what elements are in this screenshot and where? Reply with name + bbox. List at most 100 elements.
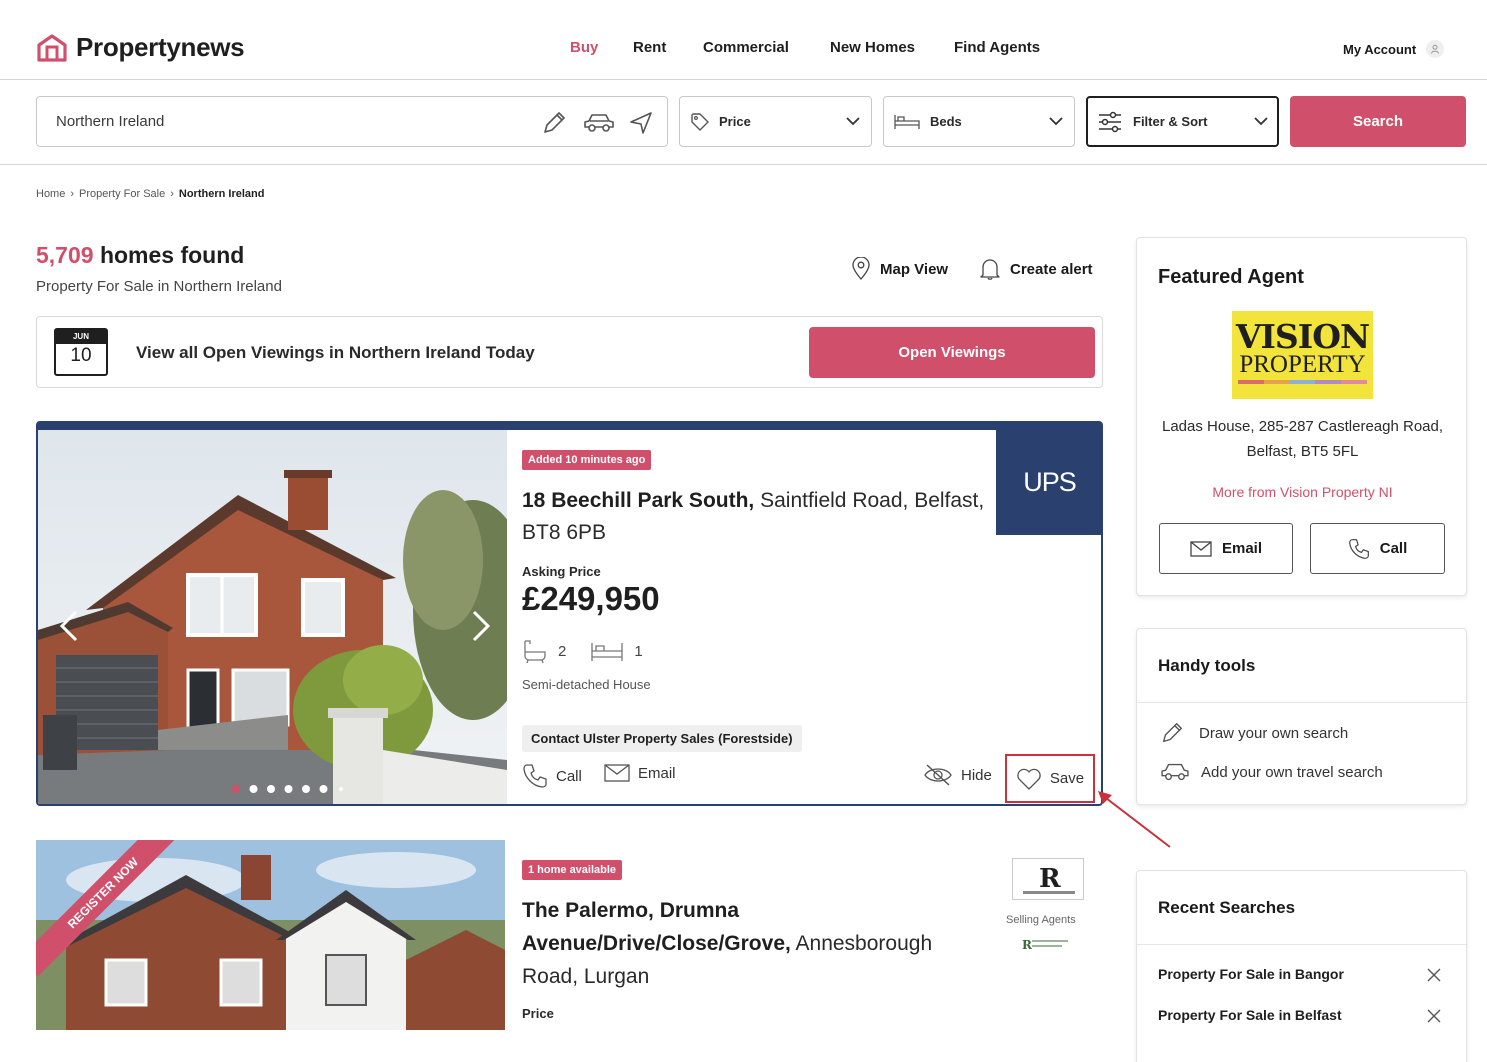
price-dropdown-label: Price xyxy=(719,114,751,129)
carousel-dot[interactable] xyxy=(267,785,275,793)
filter-sort-dropdown[interactable]: Filter & Sort xyxy=(1086,96,1279,147)
listing-card[interactable]: REGISTER NOW 1 home available The Palerm… xyxy=(36,840,1103,1062)
photo-carousel-dots[interactable] xyxy=(228,784,348,794)
calendar-icon: JUN 10 xyxy=(54,328,108,376)
phone-icon xyxy=(523,764,547,788)
breadcrumb-current: Northern Ireland xyxy=(178,188,265,200)
open-viewings-button[interactable]: Open Viewings xyxy=(809,327,1095,378)
save-label: Save xyxy=(1049,770,1085,787)
nav-find-agents[interactable]: Find Agents xyxy=(954,39,1040,56)
user-avatar-icon xyxy=(1426,40,1445,58)
breadcrumb-for-sale[interactable]: Property For Sale xyxy=(79,188,165,200)
availability-badge: 1 home available xyxy=(522,860,623,880)
bell-icon xyxy=(980,259,1000,280)
carousel-dot[interactable] xyxy=(232,785,240,793)
breadcrumb-home[interactable]: Home xyxy=(36,188,65,200)
svg-text:R: R xyxy=(1022,938,1033,952)
draw-search-label: Draw your own search xyxy=(1199,724,1349,742)
nav-new-homes[interactable]: New Homes xyxy=(830,39,915,56)
contact-agent-button[interactable]: Contact Ulster Property Sales (Forestsid… xyxy=(522,725,802,752)
draw-search-tool[interactable]: Draw your own search xyxy=(1159,720,1348,746)
agent-email-button[interactable]: Email xyxy=(1159,523,1293,574)
more-from-agent-link[interactable]: More from Vision Property NI xyxy=(1137,484,1468,500)
sliders-filter-icon xyxy=(1099,111,1121,133)
listing-address-bold: The Palermo, Drumna Avenue/Drive/Close/G… xyxy=(522,899,791,955)
vision-property-logo[interactable]: VISION PROPERTY xyxy=(1232,311,1373,399)
site-logo[interactable]: Propertynews xyxy=(36,32,245,63)
nav-rent[interactable]: Rent xyxy=(633,39,666,56)
calendar-month: JUN xyxy=(56,330,106,344)
create-alert-button[interactable]: Create alert xyxy=(979,257,1093,281)
agent-email-label: Email xyxy=(1221,540,1263,557)
map-view-button[interactable]: Map View xyxy=(851,257,948,281)
listing-card[interactable]: UPS Added 10 minutes ago 18 Beechill Par… xyxy=(36,421,1103,806)
featured-agent-panel: Featured Agent VISION PROPERTY Ladas Hou… xyxy=(1136,237,1467,596)
filter-sort-label: Filter & Sort xyxy=(1133,114,1208,129)
travel-search-tool[interactable]: Add your own travel search xyxy=(1159,760,1383,784)
property-type: Semi-detached House xyxy=(522,677,651,692)
beds-dropdown[interactable]: Beds xyxy=(883,96,1075,147)
listing-address[interactable]: The Palermo, Drumna Avenue/Drive/Close/G… xyxy=(522,894,962,993)
close-icon[interactable] xyxy=(1426,967,1442,983)
location-input-value[interactable]: Northern Ireland xyxy=(56,113,164,130)
results-title-suffix: homes found xyxy=(93,242,245,268)
nav-buy[interactable]: Buy xyxy=(570,39,598,56)
bed-count: 2 xyxy=(558,642,567,660)
close-icon[interactable] xyxy=(1426,1008,1442,1024)
my-account-link[interactable]: My Account xyxy=(1343,40,1445,58)
carousel-dot[interactable] xyxy=(302,785,310,793)
svg-text:R: R xyxy=(1039,864,1061,894)
divider xyxy=(1137,702,1468,703)
listing-photo[interactable]: REGISTER NOW xyxy=(36,840,505,1030)
carousel-dot[interactable] xyxy=(319,785,328,793)
agent-call-button[interactable]: Call xyxy=(1310,523,1445,574)
nav-commercial[interactable]: Commercial xyxy=(703,39,789,56)
listing-photo[interactable] xyxy=(38,430,507,804)
bath-count: 1 xyxy=(634,642,643,660)
bath-icon xyxy=(524,640,546,664)
heart-icon xyxy=(1017,768,1041,790)
carousel-dot[interactable] xyxy=(249,785,258,793)
bed-icon xyxy=(894,115,920,129)
listing-address[interactable]: 18 Beechill Park South, Saintfield Road,… xyxy=(522,485,992,549)
calendar-day: 10 xyxy=(70,345,92,366)
breadcrumb: Home › Property For Sale › Northern Irel… xyxy=(36,188,264,200)
chevron-down-icon xyxy=(1049,117,1063,126)
pencil-draw-icon[interactable] xyxy=(540,109,568,137)
listing-address-bold: 18 Beechill Park South, xyxy=(522,489,755,512)
carousel-dot[interactable] xyxy=(339,787,343,791)
location-arrow-icon[interactable] xyxy=(628,109,654,137)
house-photo-illustration xyxy=(36,840,505,1030)
map-view-label: Map View xyxy=(880,260,949,278)
recent-search-item[interactable]: Property For Sale in Bangor xyxy=(1158,966,1344,982)
carousel-dot[interactable] xyxy=(284,785,293,793)
price-label: Price xyxy=(522,1006,554,1021)
selling-agents-label: Selling Agents xyxy=(1006,914,1076,926)
search-button[interactable]: Search xyxy=(1290,96,1466,147)
car-travel-icon[interactable] xyxy=(582,109,616,137)
map-pin-icon xyxy=(852,257,870,280)
price-dropdown[interactable]: Price xyxy=(679,96,872,147)
save-button[interactable]: Save xyxy=(1005,754,1095,803)
chevron-down-icon xyxy=(1254,117,1268,126)
price-label: Asking Price xyxy=(522,564,601,579)
eye-slash-icon xyxy=(924,764,952,786)
email-button[interactable]: Email xyxy=(604,763,676,783)
hide-button[interactable]: Hide xyxy=(923,763,992,787)
added-badge: Added 10 minutes ago xyxy=(522,450,652,470)
recent-searches-title: Recent Searches xyxy=(1158,898,1296,917)
listing-features: 2 1 xyxy=(522,638,643,664)
agent-r-logo-icon: R xyxy=(1023,864,1075,894)
logo-text: Propertynews xyxy=(76,32,245,62)
divider xyxy=(1137,944,1468,945)
call-button[interactable]: Call xyxy=(522,763,582,789)
bed-icon xyxy=(591,643,623,661)
location-search-field[interactable]: Northern Ireland xyxy=(36,96,668,147)
agent-logo-ups[interactable]: UPS xyxy=(996,430,1101,535)
handy-tools-panel: Handy tools Draw your own search Add you… xyxy=(1136,628,1468,805)
agent-logo[interactable]: R xyxy=(1012,858,1084,900)
recent-search-item[interactable]: Property For Sale in Belfast xyxy=(1158,1007,1342,1023)
agent-small-logo-icon: R xyxy=(1022,938,1068,952)
travel-search-label: Add your own travel search xyxy=(1201,763,1383,781)
house-photo-illustration xyxy=(38,430,507,804)
